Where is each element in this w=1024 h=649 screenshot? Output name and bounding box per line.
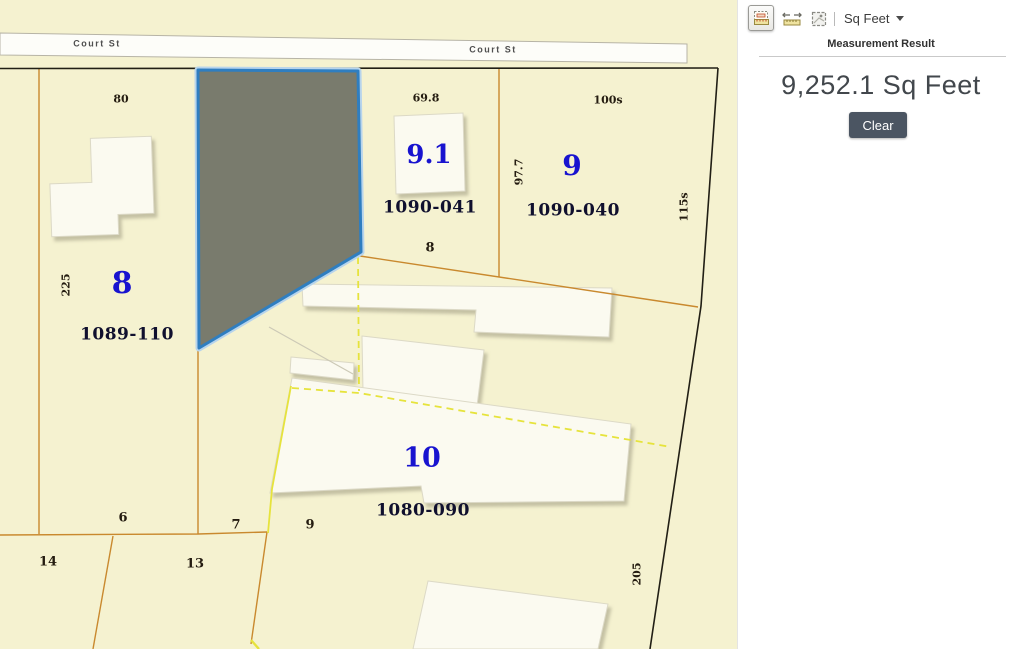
dim-label-100s: 100s — [593, 95, 622, 106]
building-parcel8 — [48, 136, 154, 237]
dim-label-80: 80 — [113, 94, 128, 105]
parcel-line — [0, 532, 267, 535]
lot-label-8: 8 — [425, 242, 434, 255]
dim-label-115s: 115s — [679, 192, 690, 221]
dim-label-205: 205 — [632, 563, 643, 586]
location-measure-button[interactable] — [810, 10, 828, 28]
location-measure-icon — [811, 11, 827, 27]
parcel-id-1090-041: 1090-041 — [383, 200, 477, 217]
measurement-panel: Sq Feet Measurement Result 9,252.1 Sq Fe… — [737, 0, 1024, 649]
parcel-number-8: 8 — [112, 269, 133, 299]
clear-button[interactable]: Clear — [849, 112, 907, 138]
parcel-id-1080-090: 1080-090 — [376, 503, 470, 520]
lot-label-7: 7 — [231, 519, 240, 532]
parcel-map[interactable]: Court St Court St 80 69.8 100s 97.7 225 … — [0, 0, 737, 649]
area-measure-icon — [753, 10, 770, 26]
parcel-id-1090-040: 1090-040 — [526, 203, 620, 220]
lot-label-9: 9 — [305, 519, 314, 532]
parcel-line — [93, 536, 113, 649]
dim-label-97-7: 97.7 — [514, 159, 525, 186]
building-bottom — [413, 581, 608, 649]
street-label-court-st-1: Court St — [73, 40, 121, 49]
lot-label-13: 13 — [186, 558, 204, 571]
area-measure-button[interactable] — [748, 5, 774, 31]
measurement-result-label: Measurement Result — [738, 38, 1024, 50]
building-strip — [302, 284, 612, 337]
unit-dropdown[interactable]: Sq Feet — [844, 11, 904, 26]
unit-dropdown-value: Sq Feet — [844, 11, 890, 26]
app-window: Court St Court St 80 69.8 100s 97.7 225 … — [0, 0, 1024, 649]
street-label-court-st-2: Court St — [469, 46, 517, 55]
dim-label-225: 225 — [61, 274, 72, 297]
lot-label-6: 6 — [118, 512, 127, 525]
parcel-number-9-1: 9.1 — [406, 142, 451, 168]
parcel-number-10: 10 — [403, 445, 441, 472]
parcel-id-1089-110: 1089-110 — [80, 327, 174, 344]
parcel-line — [251, 532, 267, 644]
parcel-line-yellow-dashed — [358, 257, 359, 391]
toolbar-separator — [834, 12, 835, 26]
distance-measure-button[interactable] — [781, 9, 803, 28]
building-small-left — [290, 357, 354, 380]
lot-label-14: 14 — [39, 556, 57, 569]
measurement-result-value: 9,252.1 Sq Feet — [738, 70, 1024, 101]
result-divider — [759, 56, 1006, 57]
parcel-line-yellow-tip — [251, 640, 259, 649]
caret-down-icon — [896, 16, 904, 21]
parcel-number-9: 9 — [562, 152, 581, 180]
dim-label-69-8: 69.8 — [413, 93, 440, 104]
block-boundary-right — [650, 68, 718, 649]
distance-measure-icon — [782, 10, 802, 27]
